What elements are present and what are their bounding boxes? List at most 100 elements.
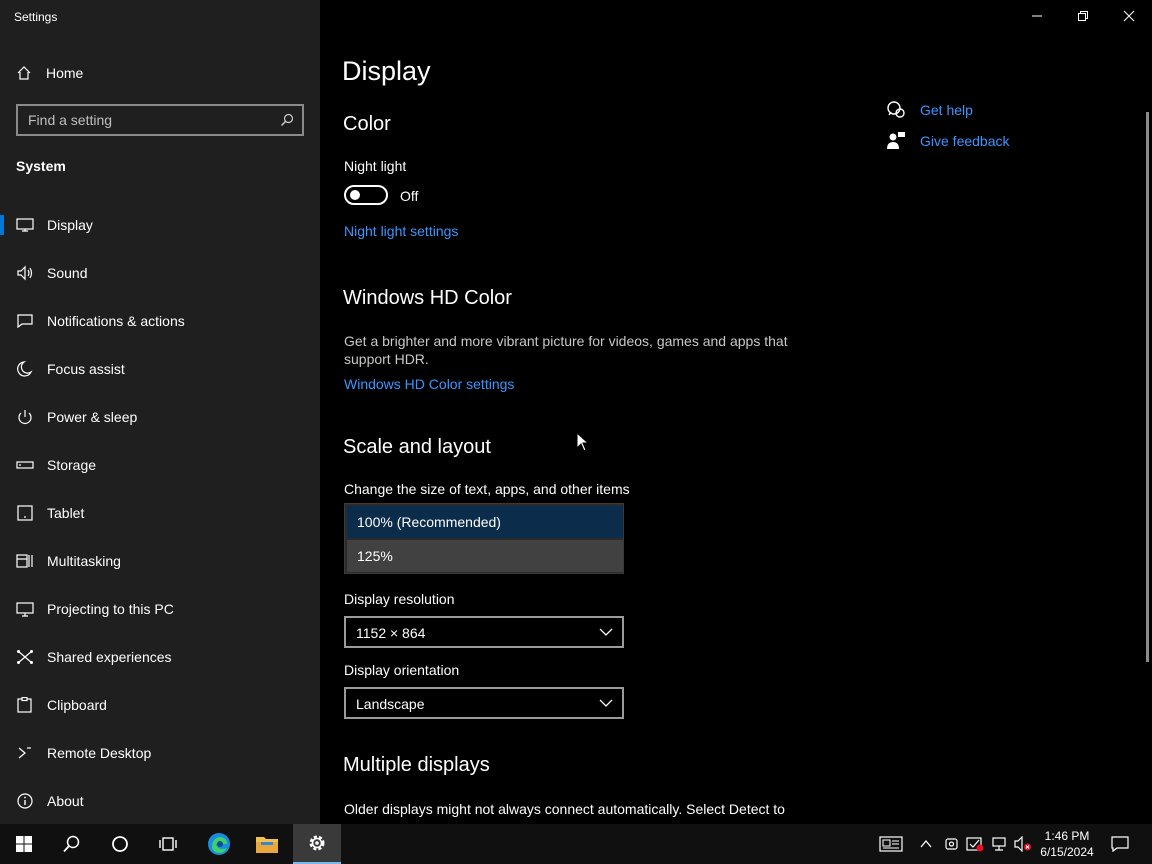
sidebar-item-label: Storage	[47, 457, 97, 473]
taskbar: 1:46 PM 6/15/2024	[0, 824, 1152, 864]
storage-icon	[16, 461, 34, 469]
file-explorer-button[interactable]	[243, 824, 291, 864]
system-clock[interactable]: 1:46 PM 6/15/2024	[1034, 828, 1100, 860]
scale-dropdown-list[interactable]: 100% (Recommended) 125%	[344, 503, 624, 574]
sidebar-item-sound[interactable]: Sound	[0, 253, 320, 293]
chevron-down-icon	[599, 699, 613, 707]
network-icon[interactable]	[990, 836, 1008, 852]
get-help-link[interactable]: Get help	[886, 100, 973, 120]
meet-now-icon[interactable]	[944, 836, 960, 852]
sidebar-item-label: Display	[47, 217, 93, 233]
multiple-displays-heading: Multiple displays	[343, 754, 490, 776]
search-input[interactable]	[28, 106, 268, 134]
action-center-icon[interactable]	[1111, 836, 1129, 852]
resolution-label: Display resolution	[344, 591, 455, 607]
restore-icon	[1078, 11, 1088, 21]
scale-heading: Scale and layout	[343, 436, 491, 458]
chevron-up-icon[interactable]	[920, 839, 932, 849]
help-chat-icon	[887, 101, 905, 118]
give-feedback-link[interactable]: Give feedback	[886, 131, 1010, 151]
sidebar-item-label: Shared experiences	[47, 649, 172, 665]
scrollbar[interactable]	[1146, 112, 1149, 662]
resolution-select[interactable]: 1152 × 864	[344, 616, 624, 648]
clock-date: 6/15/2024	[1040, 845, 1094, 859]
remote-desktop-icon	[18, 747, 31, 759]
shared-experiences-icon	[17, 650, 33, 664]
cortana-button[interactable]	[96, 824, 144, 864]
give-feedback-label: Give feedback	[920, 133, 1010, 149]
night-light-state: Off	[400, 188, 419, 204]
app-title: Settings	[14, 10, 58, 24]
sidebar-item-multitasking[interactable]: Multitasking	[0, 541, 320, 581]
sidebar-item-label: Tablet	[47, 505, 85, 521]
search-icon[interactable]	[280, 113, 294, 127]
sidebar-item-storage[interactable]: Storage	[0, 445, 320, 485]
search-icon	[63, 835, 80, 853]
sidebar-item-tablet[interactable]: Tablet	[0, 493, 320, 533]
scale-option-100[interactable]: 100% (Recommended)	[347, 506, 623, 538]
sidebar-item-focus-assist[interactable]: Focus assist	[0, 349, 320, 389]
monitor-icon	[16, 218, 34, 232]
sidebar-item-label: Remote Desktop	[47, 745, 152, 761]
sidebar-item-notifications[interactable]: Notifications & actions	[0, 301, 320, 341]
sidebar-item-label: Focus assist	[47, 361, 125, 377]
scale-size-label: Change the size of text, apps, and other…	[344, 481, 630, 497]
hdr-settings-link[interactable]: Windows HD Color settings	[344, 376, 514, 392]
tablet-icon	[17, 505, 33, 521]
night-light-settings-link[interactable]: Night light settings	[344, 223, 458, 239]
projecting-icon	[16, 602, 34, 617]
gear-icon	[309, 835, 325, 851]
sidebar-item-label: Clipboard	[47, 697, 107, 713]
sidebar-item-label: Multitasking	[47, 553, 121, 569]
info-icon	[17, 793, 33, 809]
task-view-icon	[159, 837, 177, 851]
windows-logo-icon	[16, 836, 32, 852]
moon-icon	[17, 361, 33, 377]
color-heading: Color	[343, 113, 391, 135]
start-button[interactable]	[0, 824, 48, 864]
volume-muted-icon[interactable]	[1014, 836, 1032, 852]
mouse-cursor-icon	[576, 432, 590, 452]
section-label: System	[16, 158, 66, 174]
home-button[interactable]: Home	[16, 62, 83, 84]
night-light-toggle[interactable]	[344, 185, 388, 205]
defender-icon[interactable]	[966, 836, 984, 852]
edge-button[interactable]	[195, 824, 243, 864]
home-icon	[17, 66, 31, 80]
close-button[interactable]	[1106, 0, 1152, 32]
search-box[interactable]	[16, 104, 304, 136]
sidebar-item-remote-desktop[interactable]: Remote Desktop	[0, 733, 320, 773]
chevron-down-icon	[599, 628, 613, 636]
restore-button[interactable]	[1060, 0, 1106, 32]
sidebar-item-label: About	[47, 793, 84, 809]
sidebar: Settings Home System Display Sound Notif…	[0, 0, 320, 824]
notification-icon	[17, 314, 33, 329]
sidebar-item-label: Notifications & actions	[47, 313, 185, 329]
sidebar-item-projecting[interactable]: Projecting to this PC	[0, 589, 320, 629]
close-icon	[1123, 10, 1135, 22]
minimize-button[interactable]	[1014, 0, 1060, 32]
sidebar-item-display[interactable]: Display	[0, 205, 320, 245]
cortana-icon	[112, 836, 128, 852]
task-view-button[interactable]	[144, 824, 192, 864]
orientation-select[interactable]: Landscape	[344, 687, 624, 719]
multiple-displays-description: Older displays might not always connect …	[344, 801, 785, 817]
resolution-value: 1152 × 864	[356, 625, 426, 641]
clock-time: 1:46 PM	[1044, 829, 1090, 843]
feedback-icon	[887, 132, 905, 149]
sidebar-item-about[interactable]: About	[0, 781, 320, 821]
sidebar-item-label: Power & sleep	[47, 409, 138, 425]
orientation-label: Display orientation	[344, 662, 460, 678]
sidebar-item-power-sleep[interactable]: Power & sleep	[0, 397, 320, 437]
minimize-icon	[1032, 15, 1042, 17]
folder-icon	[256, 837, 278, 853]
settings-taskbar-button[interactable]	[293, 824, 341, 864]
hdr-description: Get a brighter and more vibrant picture …	[344, 333, 788, 367]
news-icon[interactable]	[879, 836, 903, 852]
multitasking-icon	[16, 554, 33, 568]
taskbar-search-button[interactable]	[48, 824, 96, 864]
sidebar-item-shared-experiences[interactable]: Shared experiences	[0, 637, 320, 677]
sidebar-item-clipboard[interactable]: Clipboard	[0, 685, 320, 725]
edge-browser-icon	[208, 833, 230, 855]
scale-option-125[interactable]: 125%	[347, 540, 623, 572]
